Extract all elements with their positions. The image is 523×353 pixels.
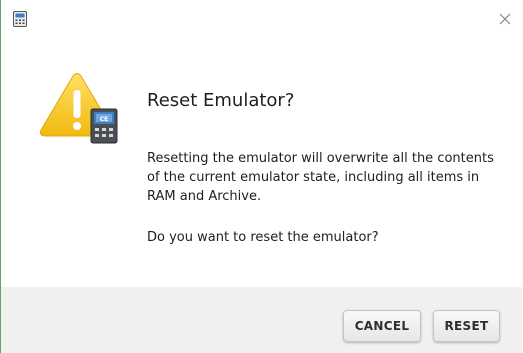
dialog-content: CE Reset Emulator? Resetting the emulato…	[1, 34, 522, 287]
dialog-question: Do you want to reset the emulator?	[147, 230, 379, 245]
close-icon[interactable]	[496, 10, 514, 28]
reset-button[interactable]: RESET	[433, 310, 500, 342]
calculator-badge-icon	[90, 108, 118, 144]
title-bar	[1, 0, 522, 34]
reset-emulator-dialog: CE Reset Emulator? Resetting the emulato…	[0, 0, 523, 353]
dialog-title: Reset Emulator?	[147, 90, 295, 111]
calculator-emulator-icon	[13, 11, 27, 27]
svg-text:CE: CE	[100, 116, 109, 123]
cancel-button[interactable]: CANCEL	[343, 310, 421, 342]
warning-icon: CE	[40, 73, 118, 144]
dialog-message: Resetting the emulator will overwrite al…	[147, 151, 494, 204]
